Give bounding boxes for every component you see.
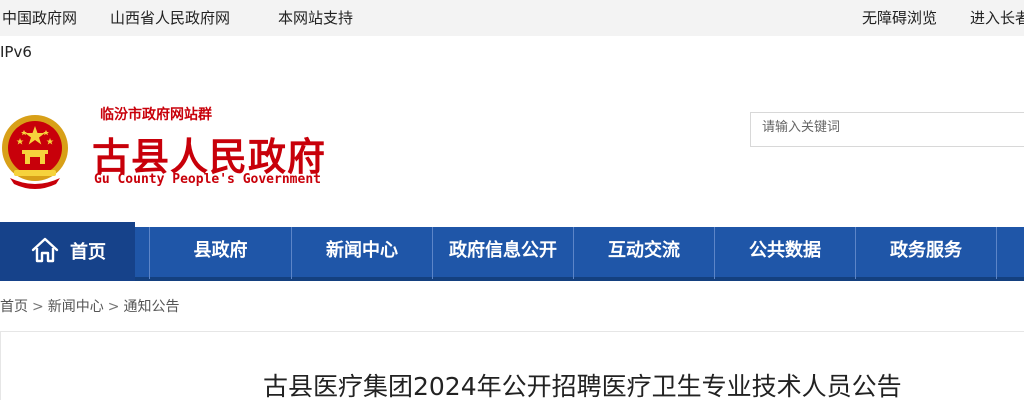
link-shanxi-gov[interactable]: 山西省人民政府网 [110,7,230,28]
breadcrumb-notices[interactable]: 通知公告 [123,299,179,315]
national-emblem-icon [2,115,68,189]
breadcrumb-home[interactable]: 首页 [0,299,28,315]
nav-item-county-gov[interactable]: 县政府 [150,227,291,281]
site-english-title: Gu County People's Government [94,172,321,187]
ipv6-label: IPv6 [0,43,32,61]
elder-mode-link[interactable]: 进入长者 [970,7,1024,28]
nav-item-gov-services[interactable]: 政务服务 [856,227,996,281]
nav-divider [996,227,997,279]
search-box [750,112,1024,147]
link-site-support[interactable]: 本网站支持 [278,7,353,28]
nav-home-label: 首页 [70,242,106,263]
nav-item-news[interactable]: 新闻中心 [292,227,432,281]
article-title: 古县医疗集团2024年公开招聘医疗卫生专业技术人员公告 [263,372,902,401]
search-input[interactable] [751,113,1024,146]
top-utility-bar: 中国政府网 山西省人民政府网 本网站支持 无障碍浏览 进入长者 [0,0,1024,36]
breadcrumb-news[interactable]: 新闻中心 [48,299,104,315]
nav-home[interactable]: 首页 [0,222,135,281]
nav-item-interaction[interactable]: 互动交流 [574,227,714,281]
breadcrumb-separator: > [107,299,120,315]
nav-item-public-data[interactable]: 公共数据 [715,227,855,281]
nav-item-gov-info[interactable]: 政府信息公开 [433,227,573,281]
breadcrumb-separator: > [32,299,44,315]
site-group-label: 临汾市政府网站群 [100,107,212,123]
link-china-gov[interactable]: 中国政府网 [2,7,77,28]
home-icon [31,237,59,263]
accessibility-link[interactable]: 无障碍浏览 [862,7,937,28]
breadcrumb: 首页 > 新闻中心 > 通知公告 [0,296,179,316]
